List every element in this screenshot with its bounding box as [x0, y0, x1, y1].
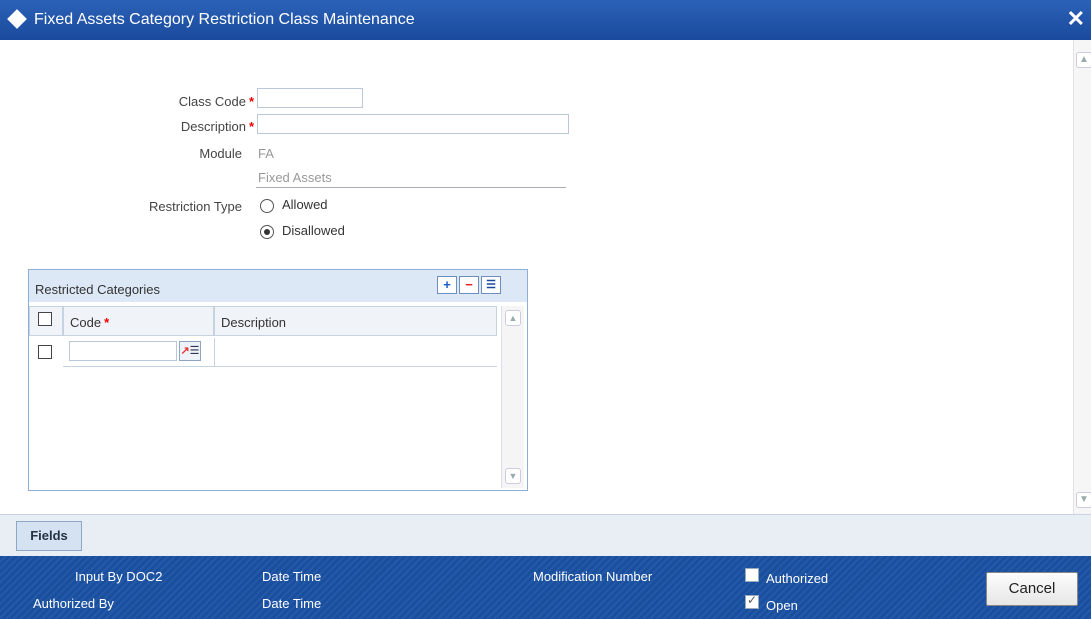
grid-title: Restricted Categories	[35, 282, 160, 297]
restriction-allowed-radio[interactable]	[260, 199, 274, 213]
input-by-text: Input By DOC2	[75, 569, 163, 584]
diamond-icon	[7, 9, 27, 29]
fields-bar: Fields	[0, 514, 1091, 557]
modification-number-label: Modification Number	[533, 569, 653, 584]
required-marker: *	[248, 94, 254, 109]
authorized-by-label: Authorized By	[33, 596, 114, 611]
open-label: Open	[766, 598, 798, 613]
restricted-categories-grid: Restricted Categories + − ☰ Code * Descri…	[28, 269, 528, 491]
module-label: Module	[199, 146, 242, 161]
close-icon[interactable]: ✕	[1067, 6, 1085, 32]
row-divider	[63, 366, 497, 367]
restriction-type-label: Restriction Type	[149, 199, 242, 214]
scroll-up-icon[interactable]: ▲	[505, 310, 521, 326]
module-name: Fixed Assets	[258, 170, 332, 185]
code-column-header: Code *	[63, 306, 214, 336]
module-name-underline	[256, 187, 566, 188]
plus-icon[interactable]: +	[437, 276, 457, 294]
restriction-disallowed-label: Disallowed	[282, 223, 345, 238]
grid-header: Restricted Categories + − ☰	[29, 270, 527, 302]
row-select-checkbox[interactable]	[38, 345, 52, 359]
scroll-up-icon[interactable]: ▲	[1076, 52, 1091, 68]
required-marker: *	[248, 119, 254, 134]
window-title: Fixed Assets Category Restriction Class …	[34, 11, 415, 28]
scroll-down-icon[interactable]: ▼	[505, 468, 521, 484]
scroll-down-icon[interactable]: ▼	[1076, 492, 1091, 508]
required-marker: *	[104, 315, 110, 330]
open-checkbox	[745, 593, 759, 609]
audit-footer: Input By DOC2 Date Time Modification Num…	[0, 556, 1091, 619]
minus-icon[interactable]: −	[459, 276, 479, 294]
select-all-checkbox[interactable]	[38, 312, 52, 326]
description-label: Description *	[180, 119, 254, 134]
class-code-input[interactable]	[257, 88, 363, 108]
list-icon[interactable]: ☰	[481, 276, 501, 294]
lov-icon[interactable]: ↗☰	[179, 341, 201, 361]
authorized-checkbox	[745, 568, 759, 582]
window-title-bar: Fixed Assets Category Restriction Class …	[0, 0, 1091, 40]
date-time-label: Date Time	[262, 569, 322, 584]
class-code-label: Class Code *	[178, 94, 254, 109]
restriction-disallowed-radio[interactable]	[260, 225, 274, 239]
cancel-button[interactable]: Cancel	[986, 572, 1078, 606]
description-input[interactable]	[257, 114, 569, 134]
column-divider	[214, 338, 215, 366]
date-time-label: Date Time	[262, 596, 322, 611]
restriction-allowed-label: Allowed	[282, 197, 328, 212]
module-code: FA	[258, 146, 274, 161]
grid-scrollbar[interactable]: ▲ ▼	[501, 306, 524, 488]
description-column-header: Description	[214, 306, 497, 336]
authorized-label: Authorized	[766, 571, 829, 586]
fields-tab[interactable]: Fields	[16, 521, 82, 551]
form-scrollbar[interactable]: ▲ ▼	[1073, 40, 1091, 514]
category-code-input[interactable]	[69, 341, 177, 361]
